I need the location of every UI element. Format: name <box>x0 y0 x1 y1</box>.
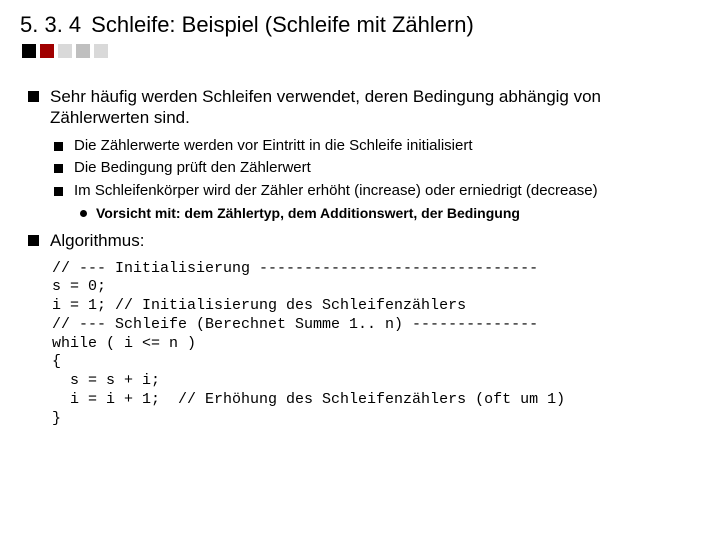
bullet-text: Die Zählerwerte werden vor Eintritt in d… <box>74 137 473 154</box>
bullet-text: Die Bedingung prüft den Zählerwert <box>74 159 311 176</box>
bullet-text: Im Schleifenkörper wird der Zähler erhöh… <box>74 182 598 199</box>
decorative-squares <box>22 44 700 58</box>
title-text: Schleife: Beispiel (Schleife mit Zählern… <box>91 12 474 38</box>
square-icon <box>40 44 54 58</box>
square-icon <box>76 44 90 58</box>
bullet-text: Sehr häufig werden Schleifen verwendet, … <box>50 87 601 127</box>
bullet-level2: Die Zählerwerte werden vor Eintritt in d… <box>50 137 696 156</box>
square-icon <box>94 44 108 58</box>
code-block: // --- Initialisierung -----------------… <box>52 260 696 429</box>
square-icon <box>58 44 72 58</box>
bullet-level1: Sehr häufig werden Schleifen verwendet, … <box>24 86 696 222</box>
bullet-text: Algorithmus: <box>50 231 144 250</box>
square-icon <box>22 44 36 58</box>
slide-title: 5. 3. 4 Schleife: Beispiel (Schleife mit… <box>20 12 700 38</box>
slide-content: Sehr häufig werden Schleifen verwendet, … <box>20 86 700 428</box>
bullet-text: Vorsicht mit: dem Zählertyp, dem Additio… <box>96 205 520 221</box>
bullet-level2: Im Schleifenkörper wird der Zähler erhöh… <box>50 182 696 222</box>
bullet-level1: Algorithmus: <box>24 230 696 251</box>
slide: 5. 3. 4 Schleife: Beispiel (Schleife mit… <box>0 0 720 428</box>
section-number: 5. 3. 4 <box>20 12 81 38</box>
bullet-level3: Vorsicht mit: dem Zählertyp, dem Additio… <box>74 205 696 223</box>
bullet-level2: Die Bedingung prüft den Zählerwert <box>50 159 696 178</box>
